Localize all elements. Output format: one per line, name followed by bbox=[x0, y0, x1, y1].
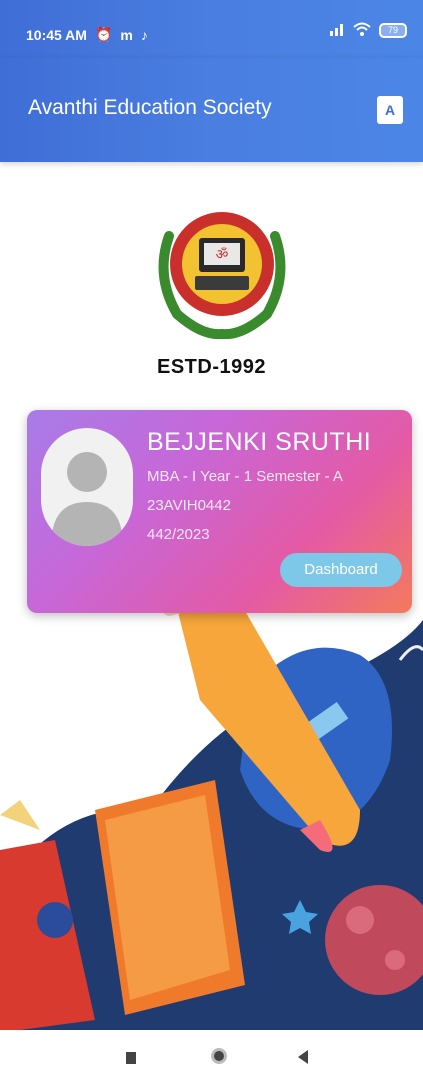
admission-number: 442/2023 bbox=[147, 526, 210, 543]
status-bar: 10:45 AM ⏰ m ♪ 79 bbox=[0, 0, 423, 58]
app-title: Avanthi Education Society bbox=[28, 96, 272, 119]
app-bar: Avanthi Education Society A bbox=[0, 58, 423, 162]
dashboard-button[interactable]: Dashboard bbox=[280, 553, 402, 587]
battery-indicator: 79 bbox=[379, 23, 407, 38]
m-icon: m bbox=[120, 26, 133, 43]
wifi-icon bbox=[353, 22, 371, 39]
recents-icon[interactable] bbox=[126, 1052, 136, 1064]
student-profile-card: BEJJENKI SRUTHI MBA - I Year - 1 Semeste… bbox=[27, 410, 412, 613]
signal-icon bbox=[329, 22, 345, 39]
established-year: ESTD-1992 bbox=[157, 356, 266, 378]
course-info: MBA - I Year - 1 Semester - A bbox=[147, 468, 343, 485]
translate-icon[interactable]: A bbox=[377, 96, 403, 124]
student-name: BEJJENKI SRUTHI bbox=[147, 428, 372, 456]
music-note-icon: ♪ bbox=[140, 26, 148, 43]
status-time: 10:45 AM bbox=[26, 26, 87, 43]
svg-text:ॐ: ॐ bbox=[216, 247, 229, 263]
system-nav-bar bbox=[0, 1030, 423, 1065]
background-illustration bbox=[0, 560, 423, 1030]
alarm-icon: ⏰ bbox=[94, 26, 113, 42]
society-logo: ॐ bbox=[147, 196, 297, 341]
home-icon[interactable] bbox=[211, 1048, 227, 1064]
roll-number: 23AVIH0442 bbox=[147, 497, 231, 514]
avatar bbox=[41, 428, 133, 546]
back-icon[interactable] bbox=[298, 1050, 308, 1064]
